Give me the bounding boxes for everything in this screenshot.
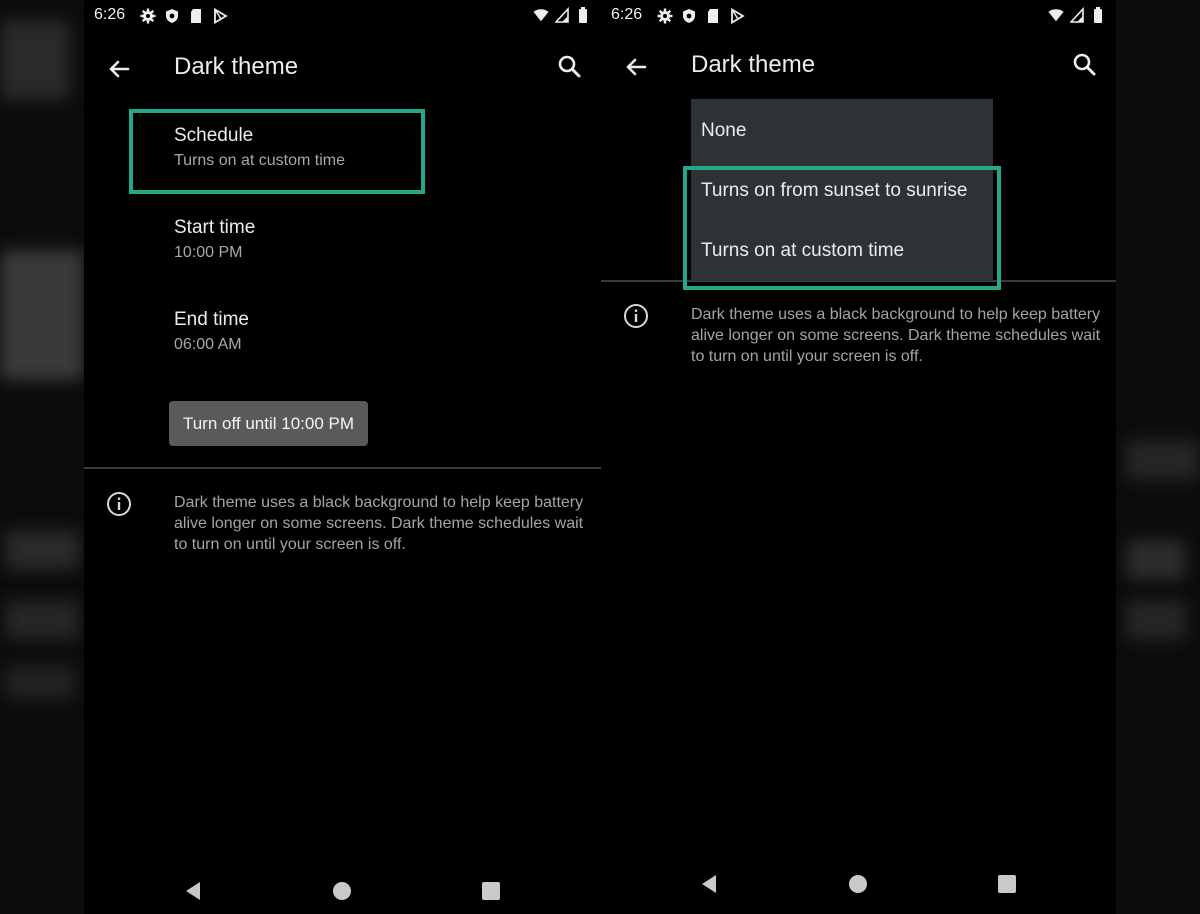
blurred-left-margin (0, 0, 84, 914)
signal-icon (554, 7, 570, 23)
turn-off-button[interactable]: Turn off until 10:00 PM (169, 401, 368, 446)
status-bar: 6:26 (84, 0, 601, 32)
gear-icon (140, 8, 156, 24)
back-triangle-icon[interactable] (178, 876, 208, 906)
back-arrow-icon[interactable] (619, 50, 653, 84)
back-arrow-icon[interactable] (102, 52, 136, 86)
menu-item-none[interactable]: None (701, 120, 746, 142)
app-bar: Dark theme (84, 44, 601, 92)
left-screen: 6:26 Dark theme Schedule Turns on at cus… (84, 0, 601, 914)
divider (84, 467, 601, 469)
recents-square-icon[interactable] (992, 869, 1022, 899)
page-title: Dark theme (691, 51, 816, 78)
start-time-preference[interactable]: Start time 10:00 PM (174, 216, 255, 264)
start-time-title: Start time (174, 217, 256, 238)
home-circle-icon[interactable] (327, 876, 357, 906)
sd-card-icon (705, 8, 721, 24)
end-time-value: 06:00 AM (174, 336, 242, 353)
start-time-value: 10:00 PM (174, 244, 243, 261)
blurred-right-margin (1116, 0, 1200, 914)
options-highlight-box (683, 166, 1001, 290)
info-description: Dark theme uses a black background to he… (691, 306, 1101, 365)
right-screen: 6:26 Dark theme None Turns on from sunse… (601, 0, 1116, 914)
search-icon[interactable] (1068, 48, 1102, 82)
play-store-icon (212, 8, 228, 24)
signal-icon (1069, 7, 1085, 23)
recents-square-icon[interactable] (476, 876, 506, 906)
shield-icon (164, 8, 180, 24)
app-bar: Dark theme (601, 42, 1116, 90)
schedule-title: Schedule (174, 125, 254, 146)
search-icon[interactable] (553, 50, 587, 84)
wifi-icon (533, 7, 549, 23)
end-time-preference[interactable]: End time 06:00 AM (174, 308, 249, 356)
info-icon (623, 303, 649, 329)
status-time: 6:26 (94, 6, 126, 23)
end-time-title: End time (174, 309, 249, 330)
gear-icon (657, 8, 673, 24)
battery-icon (1090, 7, 1106, 23)
status-time: 6:26 (611, 6, 643, 23)
back-triangle-icon[interactable] (694, 869, 724, 899)
info-description: Dark theme uses a black background to he… (174, 494, 584, 553)
schedule-preference[interactable]: Schedule Turns on at custom time (174, 124, 345, 172)
wifi-icon (1048, 7, 1064, 23)
schedule-summary: Turns on at custom time (174, 152, 346, 169)
home-circle-icon[interactable] (843, 869, 873, 899)
navigation-bar (84, 876, 601, 914)
sd-card-icon (188, 8, 204, 24)
status-bar: 6:26 (601, 0, 1116, 32)
page-title: Dark theme (174, 53, 299, 80)
navigation-bar (601, 869, 1116, 909)
info-icon (106, 491, 132, 517)
battery-icon (575, 7, 591, 23)
shield-icon (681, 8, 697, 24)
play-store-icon (729, 8, 745, 24)
